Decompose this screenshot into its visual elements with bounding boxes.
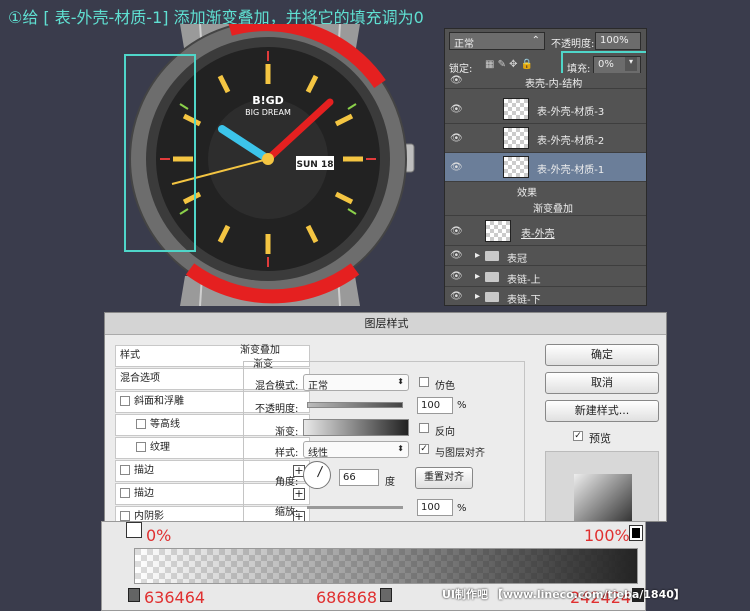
eye-icon[interactable]: 👁 (450, 271, 463, 282)
align-checkbox[interactable]: ✓ (419, 444, 429, 454)
angle-input[interactable]: 66 (339, 469, 379, 486)
blend-mode-select[interactable]: 正常 ⌃ (449, 32, 545, 50)
folder-icon (485, 251, 499, 261)
checkbox[interactable] (136, 419, 146, 429)
opacity-input[interactable]: 100 (417, 397, 453, 414)
fill-input[interactable]: 0% ▾ (593, 56, 641, 74)
left-color-label: 636464 (144, 588, 206, 607)
ok-button[interactable]: 确定 (545, 344, 659, 366)
percent-sign: % (457, 503, 467, 514)
left-opacity-label: 0% (146, 526, 172, 545)
folder-icon (485, 292, 499, 302)
group-row[interactable]: 👁 ▸ 表链-上 (445, 267, 646, 287)
eye-icon[interactable]: 👁 (450, 162, 463, 173)
gradient-preview-bar (134, 548, 638, 584)
blend-mode-label: 混合模式: (255, 381, 299, 392)
layer-thumbnail (485, 220, 511, 242)
preview-area (545, 451, 659, 521)
group-row[interactable]: 👁 ▸ 表冠 (445, 246, 646, 266)
angle-label: 角度: (275, 477, 299, 488)
gradient-label: 渐变: (275, 427, 299, 438)
scale-slider[interactable] (307, 506, 403, 509)
preview-checkbox[interactable]: ✓ (573, 431, 583, 441)
folder-icon (485, 272, 499, 282)
reverse-label: 反向 (435, 427, 455, 438)
dialog-title: 图层样式 (105, 313, 666, 335)
align-label: 与图层对齐 (435, 448, 485, 459)
opacity-label: 不透明度: (255, 404, 299, 415)
selection-highlight (124, 54, 196, 252)
gradient-picker[interactable] (303, 419, 409, 436)
eye-icon[interactable]: 👁 (450, 133, 463, 144)
new-style-button[interactable]: 新建样式... (545, 400, 659, 422)
reset-alignment-button[interactable]: 重置对齐 (415, 467, 473, 489)
section-title: 渐变叠加 (240, 345, 280, 356)
color-stop-left[interactable] (128, 588, 140, 602)
eye-icon[interactable]: 👁 (450, 104, 463, 115)
eye-icon[interactable]: 👁 (450, 250, 463, 261)
dither-label: 仿色 (435, 381, 455, 392)
cancel-button[interactable]: 取消 (545, 372, 659, 394)
layer-row[interactable]: 👁 表壳-内-结构 (445, 73, 646, 90)
opacity-slider[interactable] (307, 402, 403, 408)
color-stop-mid[interactable] (380, 588, 392, 602)
angle-dial[interactable] (303, 461, 331, 489)
scale-input[interactable]: 100 (417, 499, 453, 516)
effects-row[interactable]: 效果 (445, 182, 646, 199)
percent-sign: % (457, 400, 467, 411)
eye-icon[interactable]: 👁 (450, 291, 463, 302)
layer-row[interactable]: 👁 表-外壳 (445, 217, 646, 246)
dither-checkbox[interactable] (419, 377, 429, 387)
checkbox[interactable] (136, 442, 146, 452)
checkbox[interactable] (120, 488, 130, 498)
date-window: SUN 18 (297, 160, 334, 170)
layer-thumbnail (503, 127, 529, 149)
watch-brand: B!GD (252, 94, 284, 107)
right-opacity-label: 100% (584, 526, 630, 545)
group-row[interactable]: 👁 ▸ 表链-下 (445, 287, 646, 305)
checkbox[interactable] (120, 511, 130, 521)
blend-mode-select[interactable]: 正常 ⬍ (303, 374, 409, 392)
lock-icons[interactable]: ▦ ✎ ✥ 🔒 (485, 59, 533, 70)
gradient-editor: 0% 100% 636464 686868 242424 UI制作吧 【www.… (101, 521, 685, 611)
layers-panel: 正常 ⌃ 不透明度: 100% 锁定: ▦ ✎ ✥ 🔒 填充: 0% ▾ 👁 表壳-内… (444, 28, 647, 306)
reverse-checkbox[interactable] (419, 423, 429, 433)
preview-label: 预览 (589, 432, 611, 445)
layer-row-selected[interactable]: 👁 表-外壳-材质-1 (445, 153, 646, 182)
style-label: 样式: (275, 448, 299, 459)
effect-item[interactable]: 渐变叠加 (445, 198, 646, 216)
opacity-stop-right[interactable] (629, 525, 643, 541)
watch-brand-sub: BIG DREAM (245, 108, 291, 117)
layer-thumbnail (503, 156, 529, 178)
layer-row[interactable]: 👁 表-外壳-材质-2 (445, 124, 646, 153)
opacity-stop-left[interactable] (126, 522, 142, 538)
watermark: UI制作吧 【www.lineco.com/tieba/1840】 (442, 588, 685, 601)
opacity-label: 不透明度: (551, 39, 595, 50)
layer-row[interactable]: 👁 表-外壳-材质-3 (445, 95, 646, 124)
degree-label: 度 (385, 477, 395, 488)
opacity-input[interactable]: 100% (595, 32, 641, 50)
scale-label: 缩放: (275, 507, 299, 518)
mid-color-label: 686868 (316, 588, 378, 607)
style-select[interactable]: 线性 ⬍ (303, 441, 409, 459)
eye-icon[interactable]: 👁 (450, 226, 463, 237)
eye-icon[interactable]: 👁 (450, 75, 463, 86)
layer-thumbnail (503, 98, 529, 120)
checkbox[interactable] (120, 396, 130, 406)
checkbox[interactable] (120, 465, 130, 475)
layer-style-dialog: 图层样式 样式 混合选项 斜面和浮雕 等高线 纹理 描边 + 描边 + 内阴影 + 渐… (104, 312, 667, 522)
